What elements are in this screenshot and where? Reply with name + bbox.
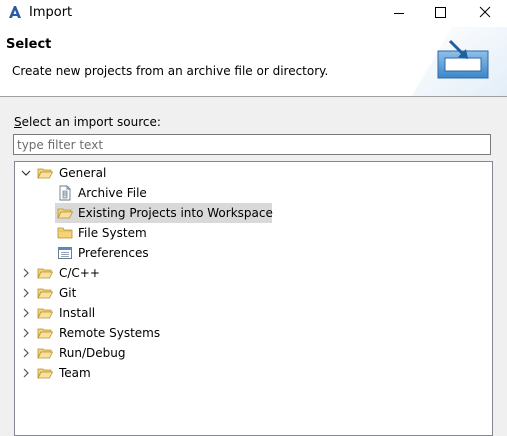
tree-item-c-cpp[interactable]: C/C++: [15, 263, 492, 283]
tree-item-label: General: [59, 166, 107, 180]
minimize-icon: [394, 13, 404, 14]
folder-icon: [57, 227, 73, 239]
tree-item-label: Run/Debug: [59, 346, 126, 360]
chevron-down-icon[interactable]: [20, 167, 32, 179]
filter-input[interactable]: [13, 134, 491, 155]
chevron-right-icon[interactable]: [20, 267, 32, 279]
maximize-icon: [435, 7, 446, 18]
tree-item-label: Existing Projects into Workspace: [78, 206, 273, 220]
app-logo-icon: [9, 6, 21, 18]
tree-item-label: File System: [78, 226, 147, 240]
tree-item-existing-projects[interactable]: Existing Projects into Workspace: [15, 203, 492, 223]
title-bar: Import: [0, 0, 507, 27]
tree-item-label: Git: [59, 286, 77, 300]
open-folder-icon: [37, 308, 53, 319]
tree-item-general[interactable]: General: [15, 163, 492, 183]
tree-item-run-debug[interactable]: Run/Debug: [15, 343, 492, 363]
chevron-right-icon[interactable]: [20, 327, 32, 339]
import-source-label: Select an import source:: [14, 115, 161, 129]
banner-divider: [0, 96, 507, 97]
open-folder-icon: [37, 368, 53, 379]
maximize-button[interactable]: [422, 0, 468, 27]
tree-item-label: Preferences: [78, 246, 149, 260]
minimize-button[interactable]: [376, 0, 422, 27]
open-folder-icon: [37, 268, 53, 279]
tree-item-remote-systems[interactable]: Remote Systems: [15, 323, 492, 343]
tree-item-label: Team: [59, 366, 91, 380]
close-icon: [479, 6, 491, 18]
open-folder-icon: [37, 348, 53, 359]
tree-item-label: Remote Systems: [59, 326, 161, 340]
wizard-banner: Select Create new projects from an archi…: [0, 27, 507, 96]
chevron-right-icon[interactable]: [20, 367, 32, 379]
mnemonic-letter: S: [14, 115, 22, 129]
open-folder-icon: [37, 288, 53, 299]
tree-item-team[interactable]: Team: [15, 363, 492, 383]
import-source-tree[interactable]: General Archive File Existing Projects i…: [14, 161, 493, 436]
tree-item-label: Archive File: [78, 186, 147, 200]
close-button[interactable]: [468, 0, 507, 27]
page-title: Select: [6, 37, 52, 52]
tree-item-archive-file[interactable]: Archive File: [15, 183, 492, 203]
import-tray-icon: [412, 27, 507, 96]
tree-item-label: C/C++: [59, 266, 100, 280]
tree-item-install[interactable]: Install: [15, 303, 492, 323]
chevron-right-icon[interactable]: [20, 307, 32, 319]
chevron-right-icon[interactable]: [20, 287, 32, 299]
tree-item-label: Install: [59, 306, 96, 320]
page-description: Create new projects from an archive file…: [12, 64, 329, 78]
tree-item-preferences[interactable]: Preferences: [15, 243, 492, 263]
chevron-right-icon[interactable]: [20, 347, 32, 359]
open-folder-icon: [37, 168, 53, 179]
tree-item-git[interactable]: Git: [15, 283, 492, 303]
import-source-label-text: elect an import source:: [21, 115, 161, 129]
tree-item-file-system[interactable]: File System: [15, 223, 492, 243]
window-title: Import: [29, 5, 73, 20]
preferences-icon: [58, 247, 72, 259]
open-folder-icon: [37, 328, 53, 339]
archive-file-icon: [59, 185, 71, 201]
open-folder-icon: [57, 208, 73, 219]
